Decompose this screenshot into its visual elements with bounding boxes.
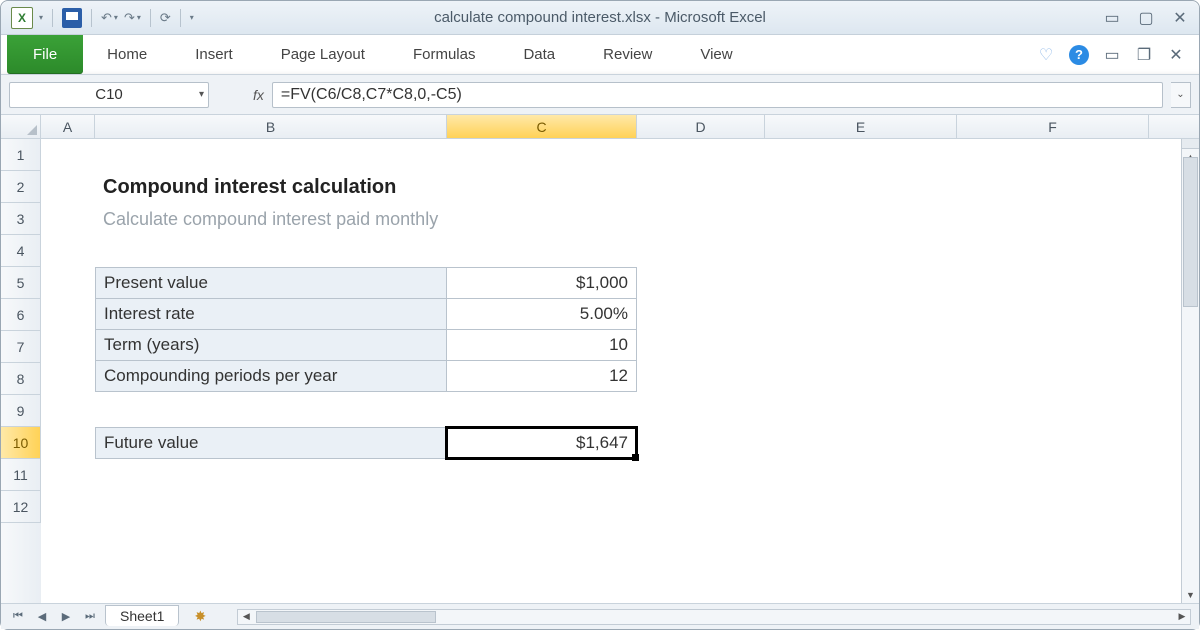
row-header-9[interactable]: 9: [1, 395, 41, 427]
row-header-11[interactable]: 11: [1, 459, 41, 491]
vscroll-thumb[interactable]: [1183, 157, 1198, 307]
titlebar: X ▾ ↶▾ ↷▾ ⟳ ▾ calculate compound interes…: [1, 1, 1199, 35]
formula-text: =FV(C6/C8,C7*C8,0,-C5): [281, 86, 462, 104]
cell-value-future-value[interactable]: $1,647: [446, 427, 637, 459]
tab-view[interactable]: View: [676, 35, 756, 74]
col-header-f[interactable]: F: [957, 115, 1149, 138]
refresh-button[interactable]: ⟳: [160, 10, 171, 26]
row-header-5[interactable]: 5: [1, 267, 41, 299]
excel-app-icon[interactable]: X: [11, 7, 33, 29]
undo-button[interactable]: ↶▾: [101, 10, 118, 26]
row-header-3[interactable]: 3: [1, 203, 41, 235]
tab-formulas[interactable]: Formulas: [389, 35, 500, 74]
sheet-nav-next-icon[interactable]: ▶: [57, 608, 75, 626]
file-tab[interactable]: File: [7, 34, 83, 74]
row-header-1[interactable]: 1: [1, 139, 41, 171]
scroll-right-icon[interactable]: ▶: [1174, 610, 1190, 624]
row-header-8[interactable]: 8: [1, 363, 41, 395]
minimize-icon[interactable]: ▭: [1103, 9, 1121, 27]
cell-value-periods[interactable]: 12: [446, 360, 637, 392]
row-header-10[interactable]: 10: [1, 427, 41, 459]
sheet-nav-last-icon[interactable]: ⏭: [81, 608, 99, 626]
cell-label-future-value[interactable]: Future value: [95, 427, 447, 459]
ribbon-minimize-heart-icon[interactable]: ♡: [1037, 46, 1055, 64]
cells-canvas[interactable]: Compound interest calculation Calculate …: [41, 139, 1199, 603]
cell-value-term[interactable]: 10: [446, 329, 637, 361]
sheet-tab-active[interactable]: Sheet1: [105, 605, 179, 626]
hscroll-thumb[interactable]: [256, 611, 436, 623]
formula-input[interactable]: =FV(C6/C8,C7*C8,0,-C5): [272, 82, 1163, 108]
row-header-2[interactable]: 2: [1, 171, 41, 203]
row-header-12[interactable]: 12: [1, 491, 41, 523]
name-box[interactable]: C10 ▾: [9, 82, 209, 108]
col-header-c[interactable]: C: [447, 115, 637, 138]
maximize-icon[interactable]: ▢: [1137, 9, 1155, 27]
row-header-7[interactable]: 7: [1, 331, 41, 363]
name-box-value: C10: [95, 86, 123, 103]
column-headers: A B C D E F: [1, 115, 1199, 139]
cell-value-present-value[interactable]: $1,000: [446, 267, 637, 299]
quick-access-toolbar: X ▾ ↶▾ ↷▾ ⟳ ▾: [11, 7, 194, 29]
col-header-d[interactable]: D: [637, 115, 765, 138]
row-header-4[interactable]: 4: [1, 235, 41, 267]
workbook-minimize-icon[interactable]: ▭: [1103, 46, 1121, 64]
select-all-corner[interactable]: [1, 115, 41, 138]
sheet-tab-bar: ⏮ ◀ ▶ ⏭ Sheet1 ✸ ◀ ▶: [1, 603, 1199, 629]
cell-label-present-value[interactable]: Present value: [95, 267, 447, 299]
new-sheet-icon[interactable]: ✸: [189, 608, 211, 626]
sheet-nav-prev-icon[interactable]: ◀: [33, 608, 51, 626]
help-icon[interactable]: ?: [1069, 45, 1089, 65]
sheet-nav-first-icon[interactable]: ⏮: [9, 608, 27, 626]
cell-label-interest-rate[interactable]: Interest rate: [95, 298, 447, 330]
scroll-down-icon[interactable]: ▼: [1182, 587, 1199, 603]
fx-icon[interactable]: fx: [253, 87, 264, 103]
formula-bar: C10 ▾ ✕ fx =FV(C6/C8,C7*C8,0,-C5) ⌄: [1, 75, 1199, 115]
tab-page-layout[interactable]: Page Layout: [257, 35, 389, 74]
save-icon[interactable]: [62, 8, 82, 28]
col-header-e[interactable]: E: [765, 115, 957, 138]
vertical-scrollbar[interactable]: ▲ ▼: [1181, 139, 1199, 603]
split-handle-icon[interactable]: [1182, 139, 1199, 149]
cell-subtitle[interactable]: Calculate compound interest paid monthly: [95, 203, 637, 235]
excel-window: X ▾ ↶▾ ↷▾ ⟳ ▾ calculate compound interes…: [0, 0, 1200, 630]
col-header-b[interactable]: B: [95, 115, 447, 138]
cell-label-periods[interactable]: Compounding periods per year: [95, 360, 447, 392]
qat-customize-caret[interactable]: ▾: [190, 13, 194, 22]
workbook-close-icon[interactable]: ✕: [1167, 46, 1185, 64]
tab-review[interactable]: Review: [579, 35, 676, 74]
cell-value-interest-rate[interactable]: 5.00%: [446, 298, 637, 330]
workbook-restore-icon[interactable]: ❐: [1135, 46, 1153, 64]
qat-app-menu-caret[interactable]: ▾: [39, 13, 43, 22]
scroll-left-icon[interactable]: ◀: [238, 610, 254, 624]
worksheet-grid: A B C D E F 1 2 3 4 5 6 7 8 9 10 11 12: [1, 115, 1199, 603]
cell-title[interactable]: Compound interest calculation: [95, 171, 637, 203]
close-icon[interactable]: ✕: [1171, 9, 1189, 27]
ribbon: File Home Insert Page Layout Formulas Da…: [1, 35, 1199, 75]
tab-insert[interactable]: Insert: [171, 35, 257, 74]
horizontal-scrollbar[interactable]: ◀ ▶: [237, 609, 1191, 625]
redo-button[interactable]: ↷▾: [124, 10, 141, 26]
row-headers: 1 2 3 4 5 6 7 8 9 10 11 12: [1, 139, 41, 603]
tab-data[interactable]: Data: [499, 35, 579, 74]
cell-label-term[interactable]: Term (years): [95, 329, 447, 361]
name-box-dropdown-icon[interactable]: ▾: [199, 89, 204, 100]
col-header-a[interactable]: A: [41, 115, 95, 138]
row-header-6[interactable]: 6: [1, 299, 41, 331]
formula-expand-icon[interactable]: ⌄: [1171, 82, 1191, 108]
tab-home[interactable]: Home: [83, 35, 171, 74]
